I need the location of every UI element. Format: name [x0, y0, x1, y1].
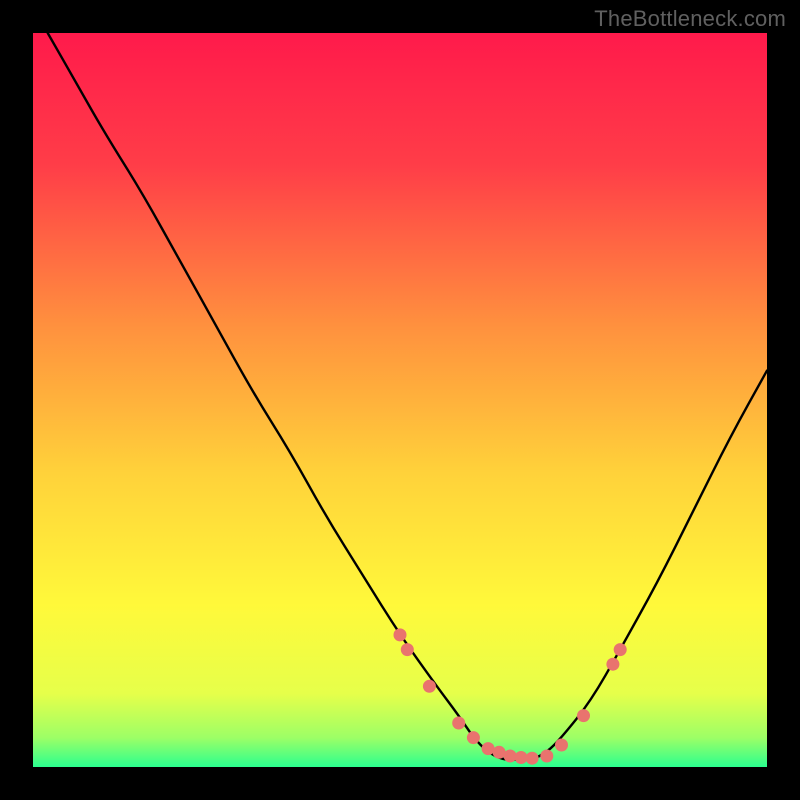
chart-frame: TheBottleneck.com [0, 0, 800, 800]
highlight-dot [467, 731, 480, 744]
highlight-dot [555, 739, 568, 752]
highlight-dot [493, 746, 506, 759]
highlight-dot [540, 750, 553, 763]
highlight-dot [577, 709, 590, 722]
highlight-dot [526, 752, 539, 765]
highlight-dot [394, 628, 407, 641]
highlight-dot [423, 680, 436, 693]
highlight-dot [452, 717, 465, 730]
highlight-dot [482, 742, 495, 755]
highlight-dot [606, 658, 619, 671]
highlight-dot [504, 750, 517, 763]
highlight-dot [614, 643, 627, 656]
chart-svg [33, 33, 767, 767]
watermark-text: TheBottleneck.com [594, 6, 786, 32]
highlight-dot [401, 643, 414, 656]
